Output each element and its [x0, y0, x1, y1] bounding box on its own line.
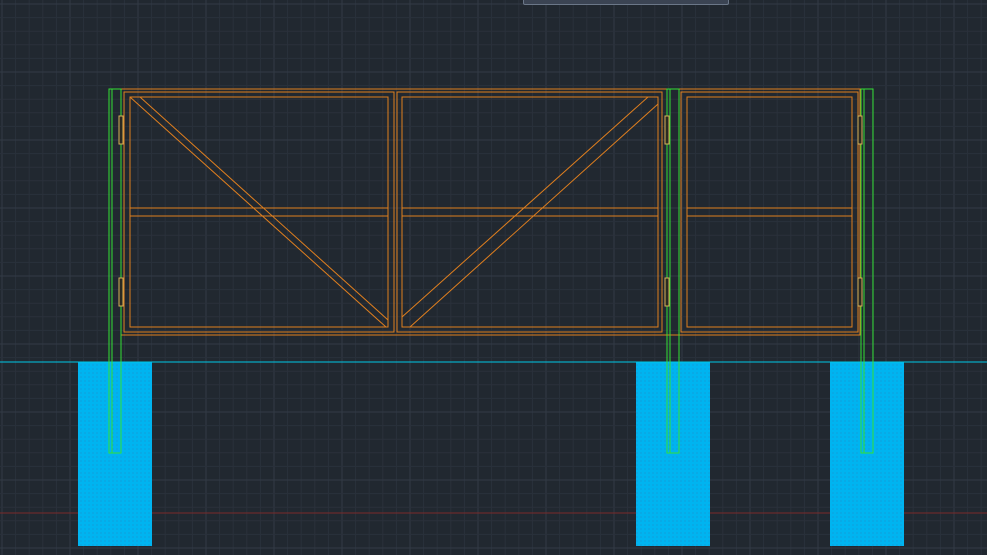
hinge-left-top[interactable] — [118, 115, 124, 145]
hinge-left-bottom[interactable] — [118, 277, 124, 307]
viewport-control-panel[interactable] — [523, 0, 729, 5]
hinge-middle-bottom[interactable] — [664, 277, 670, 307]
hinge-middle-top[interactable] — [664, 115, 670, 145]
footing-right[interactable] — [830, 362, 904, 546]
footing-middle[interactable] — [636, 362, 710, 546]
hinges — [118, 115, 863, 307]
drawing-canvas[interactable] — [0, 0, 987, 555]
footing-left[interactable] — [78, 362, 152, 546]
hinge-right-top[interactable] — [857, 115, 863, 145]
hinge-right-bottom[interactable] — [857, 277, 863, 307]
cad-viewport[interactable] — [0, 0, 987, 555]
footings — [78, 362, 904, 546]
gate-leaf-left[interactable] — [123, 91, 395, 333]
